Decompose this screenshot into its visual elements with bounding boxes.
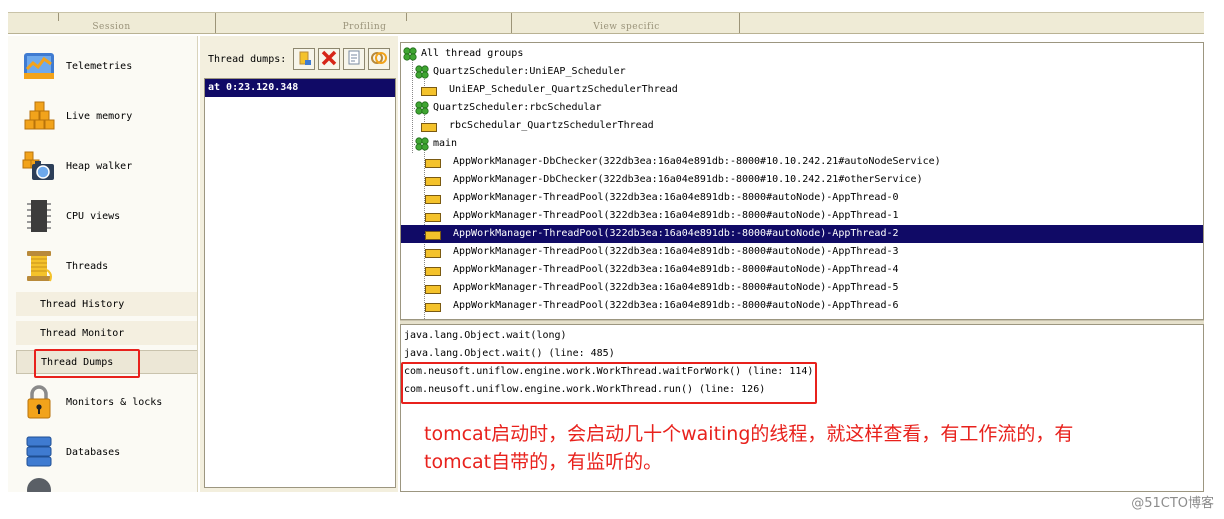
watermark-credit: @51CTO博客 [1131, 496, 1214, 511]
copy-icon [346, 50, 362, 69]
sidebar-item-label: Telemetries [66, 60, 133, 72]
tree-row-label: AppWorkManager-ThreadPool(322db3ea:16a04… [453, 264, 899, 275]
stack-frame[interactable]: com.neusoft.uniflow.engine.work.WorkThre… [404, 381, 765, 399]
tree-row-label: AppWorkManager-ThreadPool(322db3ea:16a04… [453, 228, 899, 239]
sidebar-item-databases[interactable]: Databases [8, 428, 197, 476]
tree-row-label: All thread groups [421, 48, 524, 59]
stack-frame[interactable]: com.neusoft.uniflow.engine.work.WorkThre… [404, 363, 813, 381]
sidebar-item-monitors-locks[interactable]: Monitors & locks [8, 378, 197, 426]
tree-thread-row[interactable]: AppWorkManager-ThreadPool(322db3ea:16a04… [401, 261, 1203, 279]
tree-row-label: UniEAP_Scheduler_QuartzSchedulerThread [449, 84, 678, 95]
tree-thread-row[interactable]: AppWorkManager-DbChecker(322db3ea:16a04e… [401, 171, 1203, 189]
cpu-views-icon [22, 199, 56, 233]
sidebar-item-label: Threads [66, 260, 109, 272]
sidebar-item-label: Heap walker [66, 160, 133, 172]
threads-icon [22, 249, 56, 283]
sidebar-item-cpu-views[interactable]: CPU views [8, 192, 197, 240]
sidebar-item-live-memory[interactable]: Live memory [8, 92, 197, 140]
tree-thread-row[interactable]: AppWorkManager-ThreadPool(322db3ea:16a04… [401, 243, 1203, 261]
list-item[interactable]: at 0:23.120.348 [205, 79, 395, 97]
sidebar-item-label: Live memory [66, 110, 133, 122]
sidebar-item-partial[interactable] [8, 478, 197, 492]
compare-icon [371, 50, 387, 69]
sidebar-item-label: CPU views [66, 210, 121, 222]
annotation-line: tomcat自带的，有监听的。 [424, 451, 663, 473]
stack-frame[interactable]: java.lang.Object.wait(long) [404, 327, 567, 345]
tree-group-row[interactable]: QuartzScheduler:rbcSchedular [401, 99, 1203, 117]
toolbar-section-label: Profiling [342, 22, 387, 32]
partial-icon [22, 478, 56, 492]
sidebar-item-telemetries[interactable]: Telemetries [8, 42, 197, 90]
delete-dump-button[interactable] [318, 48, 340, 70]
sidebar-item-threads[interactable]: Threads [8, 242, 197, 290]
tree-thread-row[interactable]: rbcSchedular_QuartzSchedulerThread [401, 117, 1203, 135]
tree-row-label: AppWorkManager-ThreadPool(322db3ea:16a04… [453, 192, 899, 203]
tree-thread-row[interactable]: AppWorkManager-DbChecker(322db3ea:16a04e… [401, 153, 1203, 171]
lock-icon [22, 385, 56, 419]
tree-group-row[interactable]: All thread groups [401, 45, 1203, 63]
sidebar-subitem-thread-monitor[interactable]: Thread Monitor [16, 321, 197, 345]
tree-row-label: AppWorkManager-DbChecker(322db3ea:16a04e… [453, 156, 941, 167]
annotation-line: tomcat启动时，会启动几十个waiting的线程，就这样查看，有工作流的，有 [424, 423, 1074, 445]
take-dump-button[interactable] [293, 48, 315, 70]
thread-dumps-header: Thread dumps: [208, 54, 287, 65]
databases-icon [22, 435, 56, 469]
copy-dump-button[interactable] [343, 48, 365, 70]
tree-thread-row[interactable]: AppWorkManager-ThreadPool(322db3ea:16a04… [401, 189, 1203, 207]
thread-tree[interactable]: All thread groups QuartzScheduler:UniEAP_… [400, 42, 1204, 320]
tree-group-row[interactable]: QuartzScheduler:UniEAP_Scheduler [401, 63, 1203, 81]
tree-group-row[interactable]: main [401, 135, 1203, 153]
toolbar-section-session: Session [8, 13, 216, 33]
sidebar-item-heap-walker[interactable]: Heap walker [8, 142, 197, 190]
heap-walker-icon [22, 149, 56, 183]
thread-dumps-list[interactable]: at 0:23.120.348 [204, 78, 396, 488]
tree-thread-row[interactable]: UniEAP_Scheduler_QuartzSchedulerThread [401, 81, 1203, 99]
tree-thread-row[interactable]: AppWorkManager-ThreadPool(322db3ea:16a04… [401, 225, 1203, 243]
tree-row-label: main [433, 138, 458, 149]
thread-state-icon [425, 301, 441, 319]
tree-row-label: AppWorkManager-ThreadPool(322db3ea:16a04… [453, 210, 899, 221]
toolbar-section-profiling: Profiling [218, 13, 512, 33]
stack-frame[interactable]: java.lang.Object.wait() (line: 485) [404, 345, 615, 363]
tree-row-label: AppWorkManager-ThreadPool(322db3ea:16a04… [453, 282, 899, 293]
sidebar-subitem-thread-dumps[interactable]: Thread Dumps [16, 350, 197, 374]
telemetries-icon [22, 49, 56, 83]
view-selector-sidebar: Telemetries Live memory Heap walker CPU … [8, 36, 198, 492]
live-memory-icon [22, 99, 56, 133]
tree-row-label: rbcSchedular_QuartzSchedulerThread [449, 120, 654, 131]
sidebar-item-label: Monitors & locks [66, 396, 163, 408]
tree-row-label: AppWorkManager-DbChecker(322db3ea:16a04e… [453, 174, 923, 185]
tree-thread-row[interactable]: AppWorkManager-ThreadPool(322db3ea:16a04… [401, 207, 1203, 225]
annotation-text: tomcat启动时，会启动几十个waiting的线程，就这样查看，有工作流的，有… [424, 420, 1164, 476]
tree-row-label: QuartzScheduler:UniEAP_Scheduler [433, 66, 626, 77]
sidebar-subitem-thread-history[interactable]: Thread History [16, 292, 197, 316]
toolbar-section-label: Session [92, 22, 131, 32]
take-dump-icon [296, 50, 312, 69]
compare-dumps-button[interactable] [368, 48, 390, 70]
delete-icon [321, 50, 337, 69]
toolbar-section-view-specific: View specific [514, 13, 740, 33]
sidebar-item-label: Databases [66, 446, 121, 458]
tree-row-label: AppWorkManager-ThreadPool(322db3ea:16a04… [453, 300, 899, 311]
tree-row-label: AppWorkManager-ThreadPool(322db3ea:16a04… [453, 246, 899, 257]
tree-thread-row[interactable]: AppWorkManager-ThreadPool(322db3ea:16a04… [401, 297, 1203, 315]
thread-dumps-panel: Thread dumps: at 0:23.120.348 [200, 36, 398, 492]
main-toolbar: Session Profiling View specific [8, 12, 1204, 34]
toolbar-section-label: View specific [593, 22, 660, 32]
tree-row-label: QuartzScheduler:rbcSchedular [433, 102, 602, 113]
tree-thread-row[interactable]: AppWorkManager-ThreadPool(322db3ea:16a04… [401, 279, 1203, 297]
